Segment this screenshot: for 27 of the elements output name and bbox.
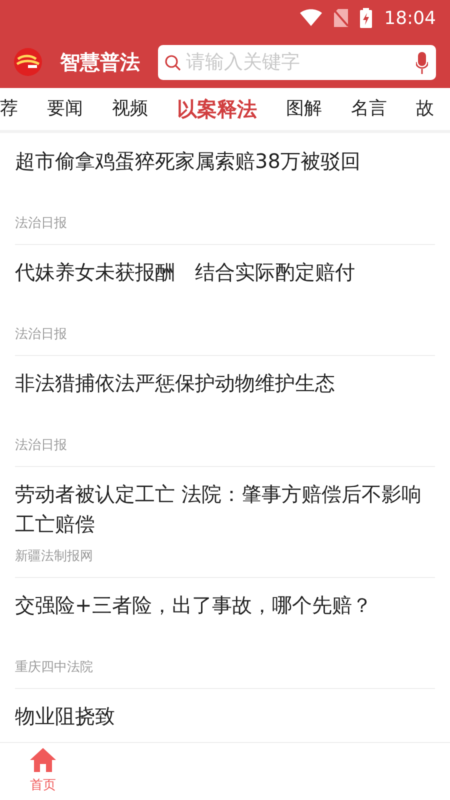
article-source: 法治日报 bbox=[15, 326, 68, 344]
no-sim-icon bbox=[334, 9, 348, 27]
category-tab[interactable]: 要闻 bbox=[47, 88, 83, 130]
status-time: 18:04 bbox=[384, 6, 436, 30]
search-icon bbox=[164, 54, 182, 72]
category-tab[interactable]: 视频 bbox=[112, 88, 148, 130]
article-source: 新疆法制报网 bbox=[15, 548, 94, 566]
category-tab[interactable]: 故 bbox=[416, 88, 434, 130]
category-tab[interactable]: 荐 bbox=[0, 88, 18, 130]
app-title: 智慧普法 bbox=[60, 49, 140, 76]
article-title[interactable]: 交强险+三者险，出了事故，哪个先赔？ bbox=[15, 590, 435, 650]
wifi-icon bbox=[300, 9, 322, 27]
article-title[interactable]: 劳动者被认定工亡 法院：肇事方赔偿后不影响工亡赔偿 bbox=[15, 479, 435, 539]
logo-icon bbox=[14, 48, 42, 76]
article-source: 法治日报 bbox=[15, 437, 68, 455]
article-title[interactable]: 物业阻挠致 bbox=[15, 701, 435, 742]
microphone-icon[interactable] bbox=[416, 52, 428, 74]
article-title[interactable]: 代妹养女未获报酬 结合实际酌定赔付 bbox=[15, 257, 435, 317]
article-title[interactable]: 超市偷拿鸡蛋猝死家属索赔38万被驳回 bbox=[15, 146, 435, 206]
article-title[interactable]: 非法猎捕依法严惩保护动物维护生态 bbox=[15, 368, 435, 428]
category-tab[interactable]: 图解 bbox=[286, 88, 322, 130]
category-tab[interactable]: 名言 bbox=[351, 88, 387, 130]
article-source: 法治日报 bbox=[15, 215, 68, 233]
home-icon bbox=[30, 748, 56, 772]
article-source: 重庆四中法院 bbox=[15, 659, 94, 677]
battery-charging-icon bbox=[360, 8, 372, 28]
category-tab[interactable]: 以案释法 bbox=[177, 88, 257, 130]
